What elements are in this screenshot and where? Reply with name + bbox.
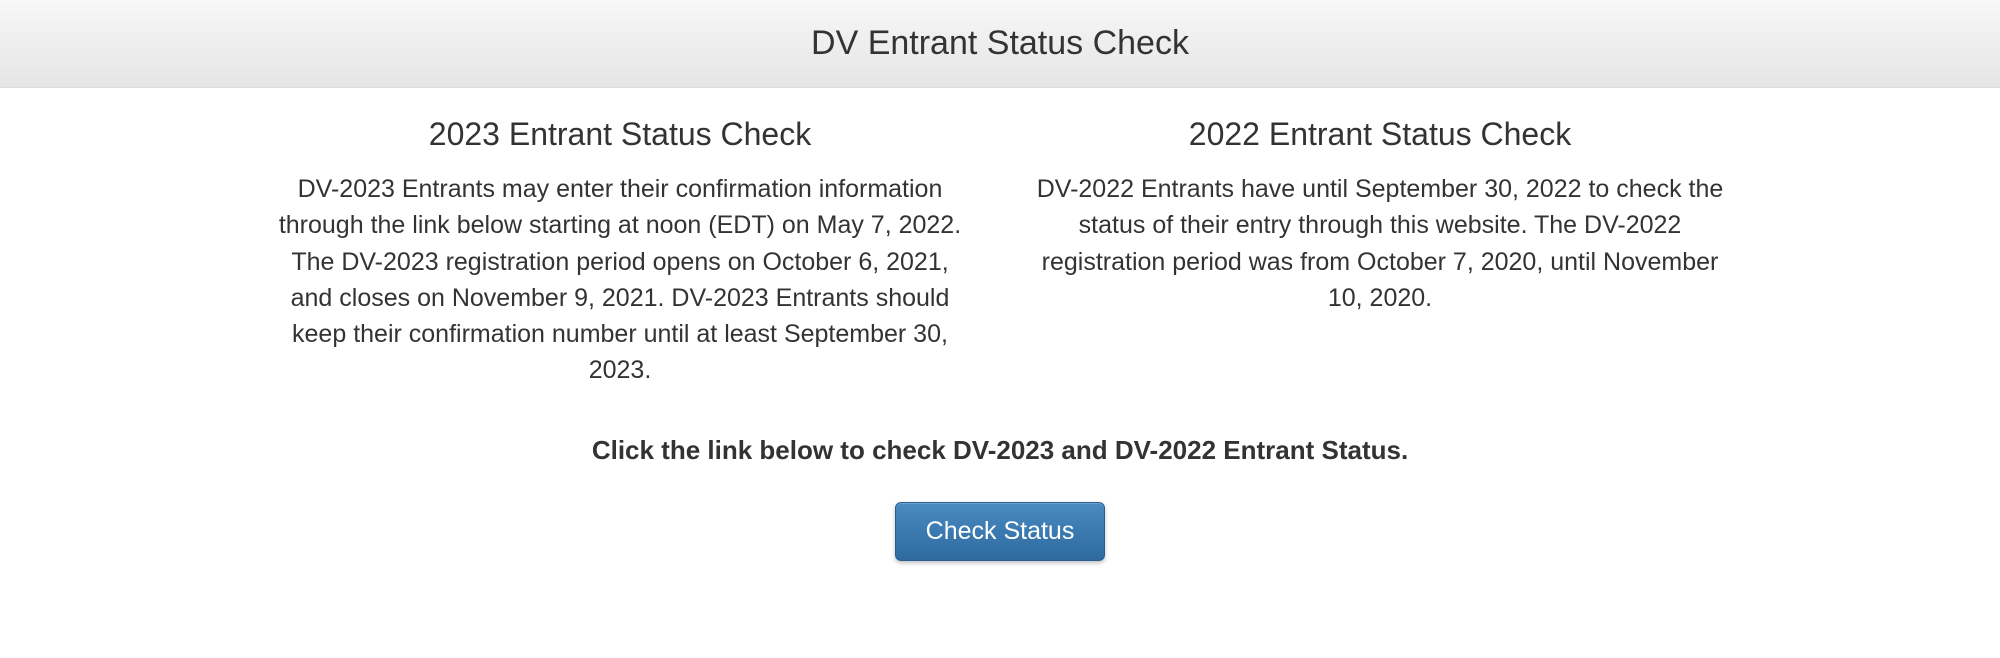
body-2023: DV-2023 Entrants may enter their confirm… (270, 171, 970, 389)
body-2022: DV-2022 Entrants have until September 30… (1030, 171, 1730, 316)
heading-2023: 2023 Entrant Status Check (270, 116, 970, 153)
instruction-text: Click the link below to check DV-2023 an… (0, 435, 2000, 466)
columns-container: 2023 Entrant Status Check DV-2023 Entran… (0, 88, 2000, 399)
button-row: Check Status (0, 502, 2000, 601)
page-title: DV Entrant Status Check (0, 24, 2000, 63)
column-2022: 2022 Entrant Status Check DV-2022 Entran… (1030, 116, 1730, 389)
header-bar: DV Entrant Status Check (0, 0, 2000, 88)
column-2023: 2023 Entrant Status Check DV-2023 Entran… (270, 116, 970, 389)
heading-2022: 2022 Entrant Status Check (1030, 116, 1730, 153)
check-status-button[interactable]: Check Status (895, 502, 1106, 561)
